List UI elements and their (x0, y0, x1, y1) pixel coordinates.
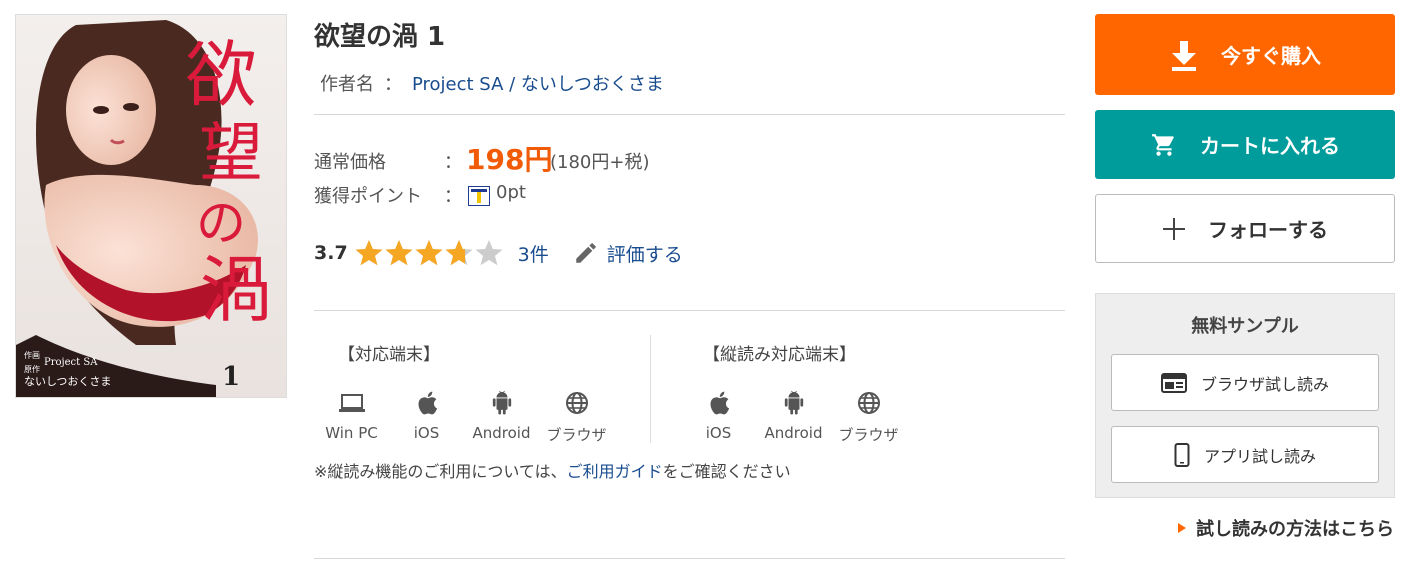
buy-now-button[interactable]: 今すぐ購入 (1095, 14, 1395, 95)
globe-icon (831, 388, 906, 418)
rating-row: 3.7 3件 評価する (314, 236, 683, 270)
supported-devices-heading: 【対応端末】 (338, 345, 440, 365)
note-suffix: をご確認ください (662, 462, 791, 481)
android-icon (464, 388, 539, 418)
points-value: 0pt (496, 182, 526, 203)
vertical-device-ブラウザ: ブラウザ (831, 388, 906, 445)
app-preview-button[interactable]: アプリ試し読み (1111, 426, 1379, 483)
follow-button[interactable]: フォローする (1095, 194, 1395, 263)
device-label: ブラウザ (546, 426, 607, 444)
browser-window-icon (1160, 372, 1187, 393)
divider (314, 558, 1065, 559)
apple-icon (389, 388, 464, 418)
device-label: Win PC (325, 424, 378, 442)
cover-title-char-1: 欲 (185, 33, 257, 117)
author-row: 作者名 ： Project SA / ないしつおくさま (320, 70, 664, 96)
browser-preview-button[interactable]: ブラウザ試し読み (1111, 354, 1379, 411)
note-prefix: ※縦読み機能のご利用については、 (314, 462, 567, 481)
triangle-right-icon (1178, 523, 1186, 533)
cover-volume: 1 (222, 362, 240, 392)
vertical-devices-list: iOS Android ブラウザ (681, 388, 906, 445)
rating-star (444, 238, 474, 268)
write-review-link[interactable]: 評価する (573, 240, 683, 267)
android-icon (756, 388, 831, 418)
points-row: 獲得ポイント ： 0pt (314, 182, 814, 210)
rating-stars (354, 238, 504, 268)
author-slash: / (503, 74, 521, 95)
buy-now-label: 今すぐ購入 (1221, 44, 1321, 68)
rating-star (384, 238, 414, 268)
usage-guide-link[interactable]: ご利用ガイド (567, 462, 663, 481)
vertical-device-ios: iOS (681, 388, 756, 445)
cover-title-char-3: の (196, 194, 246, 252)
preview-howto-link[interactable]: 試し読みの方法はこちら (1178, 515, 1394, 541)
price-tax-note: (180円+税) (550, 152, 650, 173)
supported-device-ブラウザ: ブラウザ (539, 388, 614, 445)
t-point-icon (468, 186, 490, 206)
cart-icon (1150, 132, 1178, 158)
supported-device-ios: iOS (389, 388, 464, 445)
rating-star (354, 238, 384, 268)
cover-title-char-4: 渦 (200, 248, 272, 332)
page-title: 欲望の渦 1 (314, 22, 446, 52)
smartphone-icon (1174, 442, 1190, 467)
download-icon (1169, 39, 1199, 71)
vertical-devices: 【縦読み対応端末】 (703, 340, 856, 365)
divider (650, 335, 651, 443)
cover-credit-label-2: 原作 (24, 364, 40, 374)
cover-art: 欲 望 の 渦 1 作画 Project SA 原作 ないしつおくさま (16, 15, 286, 397)
price-value: 198円 (466, 143, 553, 176)
rating-star (414, 238, 444, 268)
rating-score: 3.7 (314, 242, 348, 264)
pencil-icon (573, 240, 599, 266)
divider (314, 310, 1065, 311)
points-label: 獲得ポイント (314, 186, 422, 207)
rating-count-link[interactable]: 3件 (518, 240, 549, 267)
free-sample-title: 無料サンプル (1191, 316, 1299, 337)
author-link-1[interactable]: Project SA (412, 74, 503, 95)
device-label: ブラウザ (838, 426, 899, 444)
author-colon: ： (384, 74, 402, 95)
app-preview-label: アプリ試し読み (1203, 446, 1316, 466)
apple-icon (681, 388, 756, 418)
device-label: iOS (705, 424, 732, 442)
rating-star (474, 238, 504, 268)
points-colon: ： (444, 186, 462, 207)
preview-howto-label: 試し読みの方法はこちら (1196, 519, 1394, 540)
vertical-device-android: Android (756, 388, 831, 445)
book-cover[interactable]: 欲 望 の 渦 1 作画 Project SA 原作 ないしつおくさま (15, 14, 287, 398)
device-label: Android (472, 424, 531, 442)
add-to-cart-label: カートに入れる (1200, 134, 1340, 158)
cover-credit-2: ないしつおくさま (24, 375, 111, 388)
add-to-cart-button[interactable]: カートに入れる (1095, 110, 1395, 179)
author-label: 作者名 (320, 74, 374, 95)
vertical-devices-heading: 【縦読み対応端末】 (703, 345, 856, 365)
vertical-reading-note: ※縦読み機能のご利用については、ご利用ガイドをご確認ください (314, 458, 791, 482)
laptop-icon (314, 388, 389, 418)
price-colon: ： (444, 152, 462, 173)
supported-device-win-pc: Win PC (314, 388, 389, 445)
cover-title-char-2: 望 (199, 117, 263, 191)
plus-icon (1162, 217, 1186, 241)
supported-device-android: Android (464, 388, 539, 445)
globe-icon (539, 388, 614, 418)
supported-devices: 【対応端末】 (338, 340, 440, 365)
cover-credit-label-1: 作画 (24, 350, 40, 360)
device-label: Android (764, 424, 823, 442)
follow-label: フォローする (1208, 218, 1328, 242)
supported-devices-list: Win PC iOS Android ブラウザ (314, 388, 614, 445)
price-label: 通常価格 (314, 152, 386, 173)
cover-credit-1: Project SA (44, 357, 98, 368)
free-sample-panel: 無料サンプル ブラウザ試し読み アプリ試し読み (1095, 293, 1395, 498)
price-row: 通常価格 ： 198円 (180円+税) (314, 138, 814, 178)
author-link-2[interactable]: ないしつおくさま (521, 74, 664, 95)
write-review-label: 評価する (606, 243, 683, 266)
divider (314, 114, 1065, 115)
device-label: iOS (413, 424, 440, 442)
browser-preview-label: ブラウザ試し読み (1200, 374, 1329, 394)
